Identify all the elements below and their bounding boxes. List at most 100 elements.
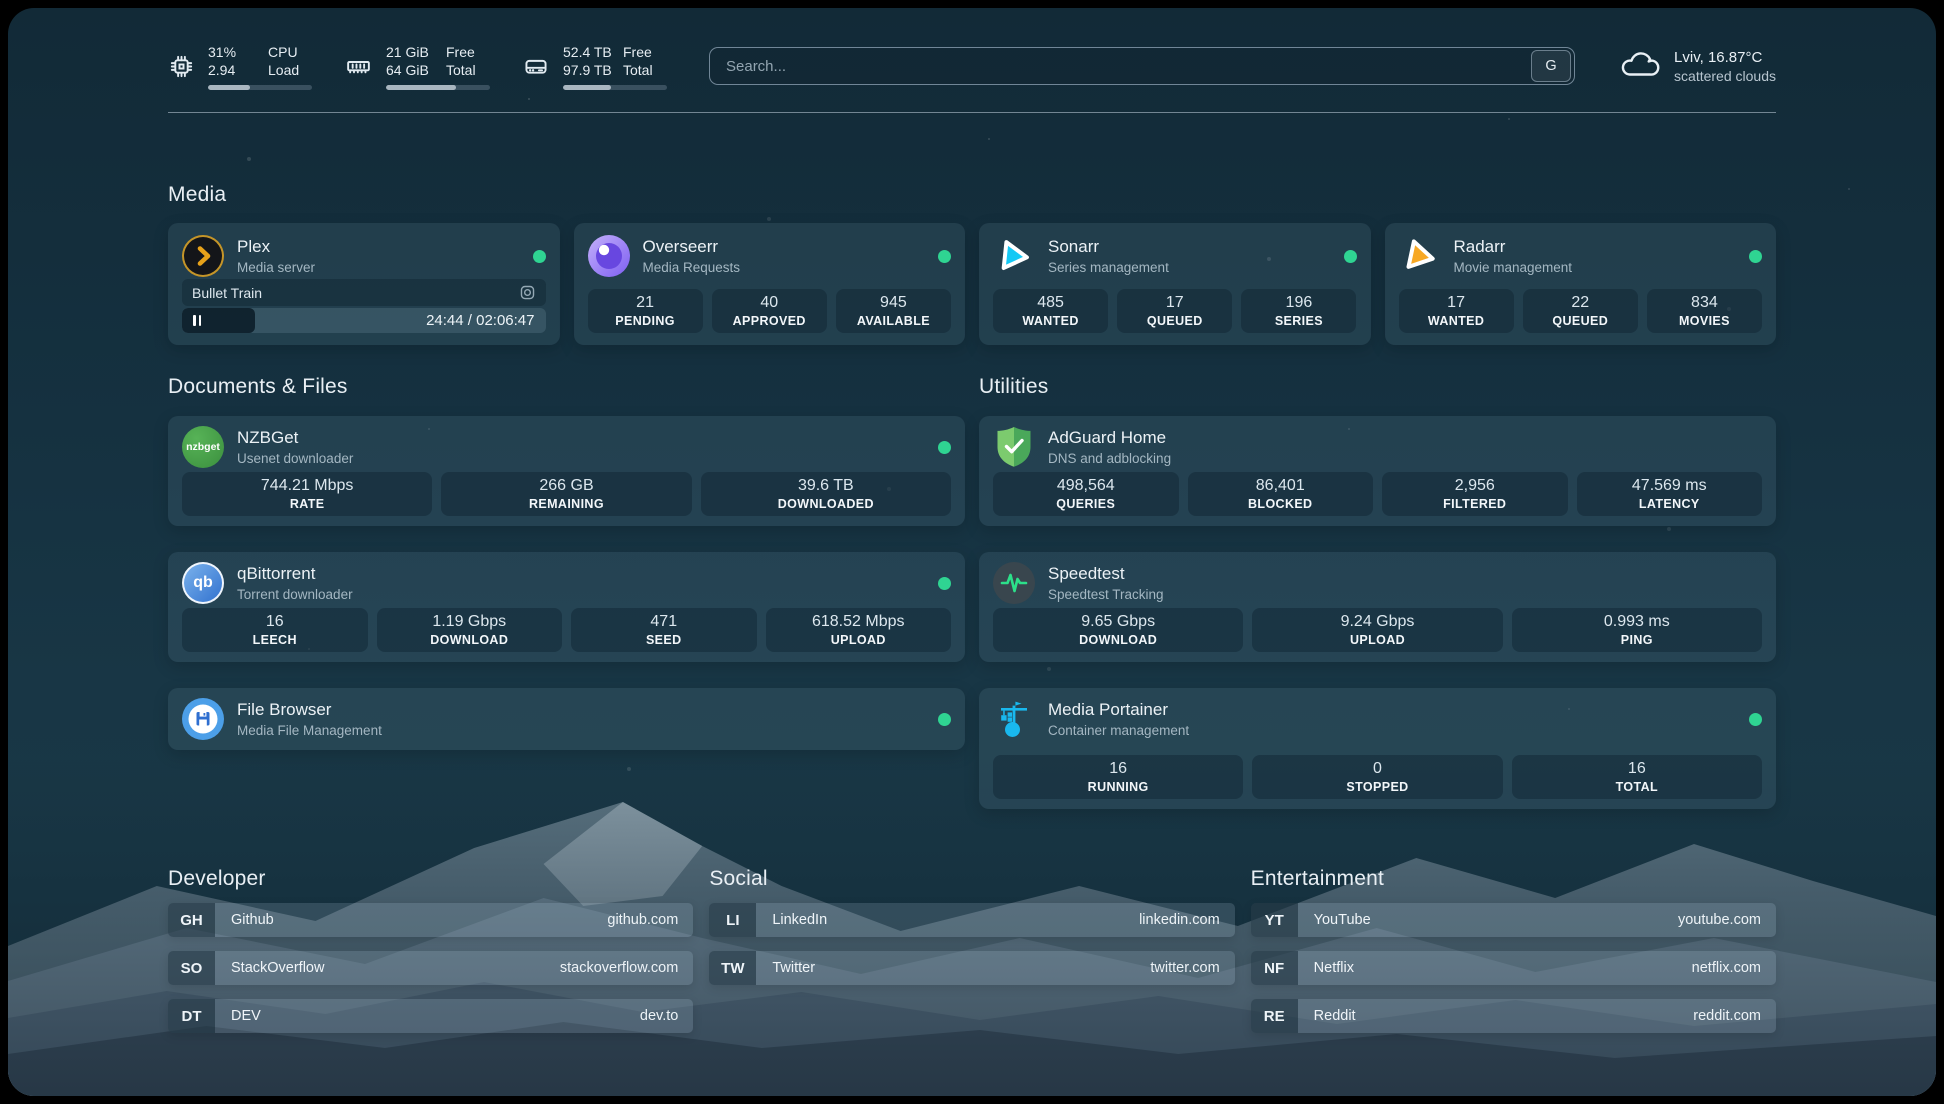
stat-tile: 39.6 TBDOWNLOADED	[701, 472, 951, 516]
stat-label: WANTED	[1428, 313, 1484, 329]
app-card-overseerr[interactable]: Overseerr Media Requests 21PENDING 40APP…	[574, 223, 966, 345]
link-row-linkedin[interactable]: LI LinkedIn linkedin.com	[709, 903, 1234, 937]
stat-tile: 834MOVIES	[1647, 289, 1762, 333]
link-row-netflix[interactable]: NF Netflix netflix.com	[1251, 951, 1776, 985]
app-card-adguard[interactable]: AdGuard Home DNS and adblocking 498,564Q…	[979, 416, 1776, 526]
stat-label: AVAILABLE	[857, 313, 930, 329]
app-title: Sonarr	[1048, 237, 1169, 257]
stat-label: STOPPED	[1346, 779, 1408, 795]
link-abbr: YT	[1251, 903, 1298, 937]
search-input[interactable]	[710, 58, 1531, 75]
stat-tile: 2,956FILTERED	[1382, 472, 1568, 516]
playback-progress[interactable]: 24:44 / 02:06:47	[182, 308, 546, 333]
link-url: youtube.com	[1678, 912, 1761, 928]
playback-progress-fill	[182, 308, 255, 333]
stat-label: DOWNLOADED	[778, 496, 874, 512]
status-dot	[1344, 250, 1357, 263]
status-dot	[938, 250, 951, 263]
stat-tile: 21PENDING	[588, 289, 703, 333]
app-card-portainer[interactable]: Media Portainer Container management 16R…	[979, 688, 1776, 809]
cpu-load-label: Load	[268, 61, 299, 79]
section-title-documents: Documents & Files	[168, 375, 965, 399]
stat-tile: 17WANTED	[1399, 289, 1514, 333]
weather-widget[interactable]: Lviv, 16.87°C scattered clouds	[1617, 47, 1776, 85]
stat-label: SEED	[646, 632, 682, 648]
link-abbr: SO	[168, 951, 215, 985]
app-card-radarr[interactable]: Radarr Movie management 17WANTED 22QUEUE…	[1385, 223, 1777, 345]
cpu-progress-bar	[208, 85, 312, 90]
memory-free-label: Free	[446, 43, 475, 61]
app-subtitle: Media server	[237, 259, 315, 276]
weather-condition: scattered clouds	[1674, 67, 1776, 85]
stat-tile: 86,401BLOCKED	[1188, 472, 1374, 516]
app-card-speedtest[interactable]: Speedtest Speedtest Tracking 9.65 GbpsDO…	[979, 552, 1776, 662]
app-card-filebrowser[interactable]: File Browser Media File Management	[168, 688, 965, 750]
app-card-nzbget[interactable]: nzbget NZBGet Usenet downloader 744.21 M…	[168, 416, 965, 526]
stat-label: PENDING	[615, 313, 675, 329]
app-subtitle: Media Requests	[643, 259, 741, 276]
link-abbr: TW	[709, 951, 756, 985]
stat-tile: 618.52 MbpsUPLOAD	[766, 608, 952, 652]
memory-free-value: 21 GiB	[386, 43, 446, 61]
link-name: Netflix	[1314, 960, 1354, 976]
stat-value: 485	[1037, 293, 1064, 312]
disk-stat: 52.4 TBFree 97.9 TBTotal	[522, 43, 667, 90]
app-card-sonarr[interactable]: Sonarr Series management 485WANTED 17QUE…	[979, 223, 1371, 345]
portainer-icon	[993, 698, 1035, 740]
link-row-stackoverflow[interactable]: SO StackOverflow stackoverflow.com	[168, 951, 693, 985]
developer-section: Developer GH Github github.com SO StackO…	[168, 867, 693, 1033]
link-row-twitter[interactable]: TW Twitter twitter.com	[709, 951, 1234, 985]
app-subtitle: Movie management	[1454, 259, 1573, 276]
stat-tile: 16LEECH	[182, 608, 368, 652]
header-divider	[168, 112, 1776, 113]
stat-value: 834	[1691, 293, 1718, 312]
section-title-developer: Developer	[168, 867, 693, 891]
stat-label: DOWNLOAD	[1079, 632, 1157, 648]
stat-tile: 17QUEUED	[1117, 289, 1232, 333]
stat-label: APPROVED	[733, 313, 806, 329]
stat-label: QUEUED	[1552, 313, 1608, 329]
link-row-youtube[interactable]: YT YouTube youtube.com	[1251, 903, 1776, 937]
section-title-media: Media	[168, 183, 1776, 207]
app-title: Radarr	[1454, 237, 1573, 257]
overseerr-icon	[588, 235, 630, 277]
app-card-qbittorrent[interactable]: qb qBittorrent Torrent downloader 16LEEC…	[168, 552, 965, 662]
documents-column: nzbget NZBGet Usenet downloader 744.21 M…	[168, 416, 965, 750]
stat-value: 16	[266, 612, 284, 631]
stat-label: FILTERED	[1443, 496, 1506, 512]
cpu-stat: 31%CPU 2.94Load	[168, 43, 312, 90]
utilities-column: AdGuard Home DNS and adblocking 498,564Q…	[979, 416, 1776, 809]
link-name: YouTube	[1314, 912, 1371, 928]
search-engine-button[interactable]: G	[1531, 50, 1571, 82]
link-url: twitter.com	[1150, 960, 1219, 976]
system-stats: 31%CPU 2.94Load 21 GiBFree	[168, 43, 667, 90]
now-playing-row: Bullet Train	[182, 279, 546, 306]
app-title: File Browser	[237, 700, 382, 720]
link-row-reddit[interactable]: RE Reddit reddit.com	[1251, 999, 1776, 1033]
app-card-plex[interactable]: Plex Media server Bullet Train	[168, 223, 560, 345]
cpu-load-value: 2.94	[208, 61, 268, 79]
section-title-entertainment: Entertainment	[1251, 867, 1776, 891]
pause-icon[interactable]	[193, 315, 201, 326]
status-dot	[1749, 713, 1762, 726]
memory-total-label: Total	[446, 61, 476, 79]
link-row-github[interactable]: GH Github github.com	[168, 903, 693, 937]
stat-tile: 1.19 GbpsDOWNLOAD	[377, 608, 563, 652]
stat-tile: 485WANTED	[993, 289, 1108, 333]
nzbget-icon: nzbget	[182, 426, 224, 468]
stat-label: RATE	[290, 496, 325, 512]
stat-label: QUERIES	[1056, 496, 1115, 512]
stat-tile: 266 GBREMAINING	[441, 472, 691, 516]
link-name: Reddit	[1314, 1008, 1356, 1024]
search-bar: G	[709, 47, 1575, 85]
app-subtitle: Torrent downloader	[237, 586, 353, 603]
link-url: dev.to	[640, 1008, 678, 1024]
link-row-dev[interactable]: DT DEV dev.to	[168, 999, 693, 1033]
filebrowser-icon	[182, 698, 224, 740]
sonarr-icon	[993, 235, 1035, 277]
adguard-icon	[993, 426, 1035, 468]
stat-label: RUNNING	[1088, 779, 1149, 795]
link-name: LinkedIn	[772, 912, 827, 928]
stat-label: UPLOAD	[831, 632, 886, 648]
stat-label: WANTED	[1022, 313, 1078, 329]
